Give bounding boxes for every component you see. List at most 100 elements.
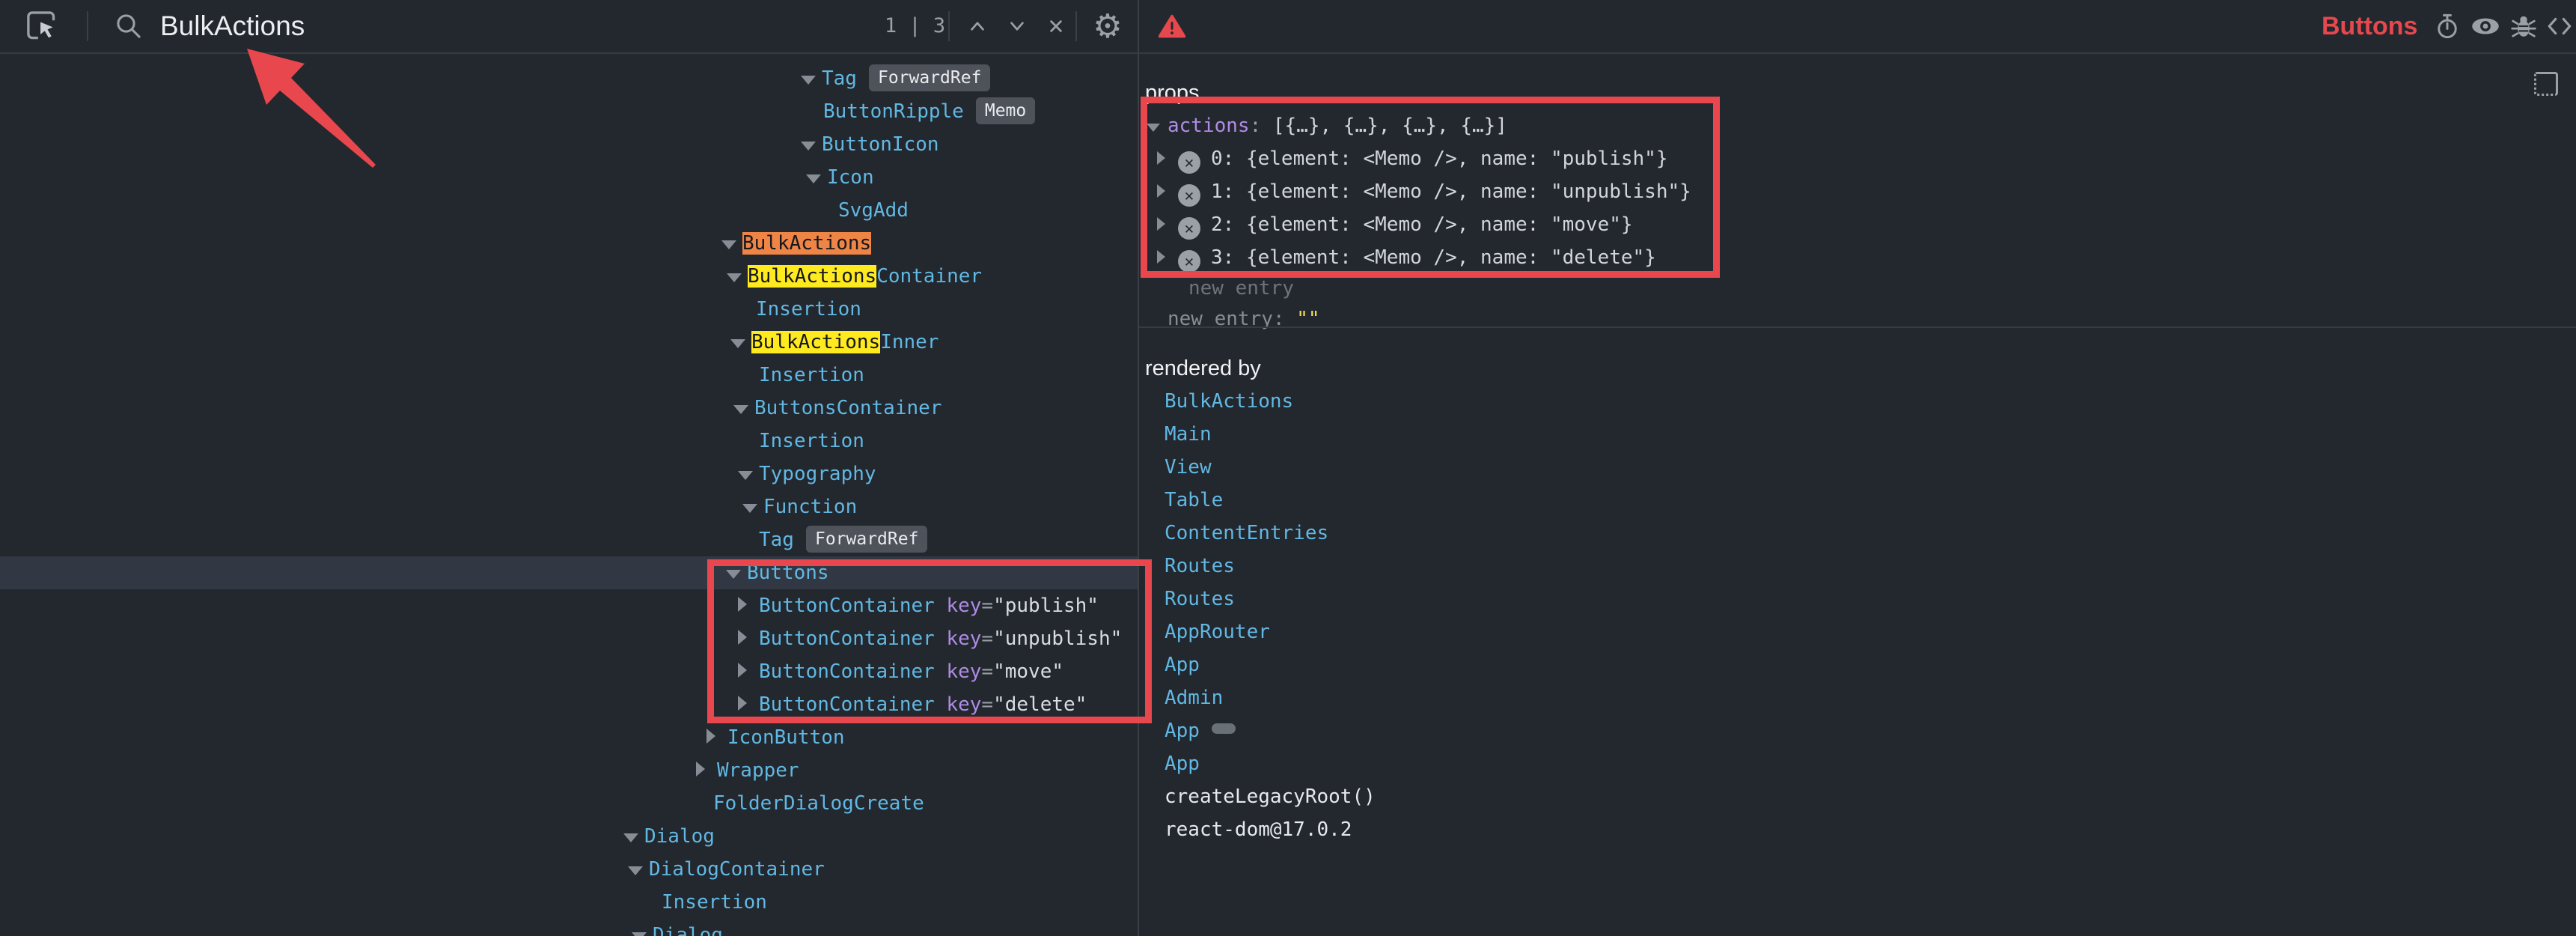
owner-link[interactable]: ContentEntries [1165, 522, 1328, 544]
props-array-item[interactable]: ✕3: {element: <Memo />, name: "delete"} [1139, 241, 2576, 274]
rendered-by-item[interactable]: App [1139, 747, 2576, 780]
expander-closed-icon[interactable] [706, 721, 727, 754]
expander-closed-icon[interactable] [1157, 208, 1178, 241]
owner-link[interactable]: Table [1165, 489, 1223, 511]
tree-row[interactable]: BulkActions [0, 227, 1138, 260]
expander-open-icon[interactable] [733, 392, 754, 425]
tree-row[interactable]: TagForwardRef [0, 523, 1138, 556]
tree-row[interactable]: TagForwardRef [0, 62, 1138, 95]
rendered-by-item[interactable]: AppRouter [1139, 616, 2576, 648]
expander-open-icon[interactable] [742, 490, 763, 523]
owner-link[interactable]: AppRouter [1165, 621, 1270, 643]
owner-link[interactable]: Routes [1165, 555, 1235, 577]
tree-row[interactable]: ButtonContainer key="move" [0, 655, 1138, 688]
tree-row[interactable]: Typography [0, 458, 1138, 490]
tree-row[interactable]: Dialog [0, 919, 1138, 936]
tree-row[interactable]: Insertion [0, 425, 1138, 458]
expander-open-icon[interactable] [801, 128, 822, 161]
props-row-actions[interactable]: actions: [{…}, {…}, {…}, {…}] [1139, 109, 2576, 142]
panel-divider[interactable] [1138, 0, 1139, 936]
expander-open-icon[interactable] [730, 326, 751, 359]
expander-closed-icon[interactable] [738, 655, 759, 688]
rendered-by-item[interactable]: BulkActions [1139, 385, 2576, 418]
clear-search-button[interactable] [1039, 0, 1073, 52]
owner-link[interactable]: Admin [1165, 687, 1223, 709]
owner-link[interactable]: View [1165, 456, 1212, 478]
tree-row[interactable]: ButtonIcon [0, 128, 1138, 161]
expander-closed-icon[interactable] [1157, 241, 1178, 274]
tree-row[interactable]: Insertion [0, 359, 1138, 392]
tree-row[interactable]: Wrapper [0, 754, 1138, 787]
owner-link[interactable]: Routes [1165, 588, 1235, 610]
text-segment: "delete" [993, 693, 1087, 716]
expander-open-icon[interactable] [632, 919, 653, 936]
expander-open-icon[interactable] [806, 161, 827, 194]
text-segment: Icon [827, 166, 874, 189]
expander-closed-icon[interactable] [738, 589, 759, 622]
rendered-by-item[interactable]: Table [1139, 484, 2576, 517]
expander-open-icon[interactable] [623, 820, 644, 853]
tree-row[interactable]: ButtonsContainer [0, 392, 1138, 425]
rendered-by-item[interactable]: Main [1139, 418, 2576, 451]
rendered-by-item[interactable]: Routes [1139, 550, 2576, 583]
expander-open-icon[interactable] [801, 62, 822, 95]
expander-open-icon[interactable] [726, 556, 747, 589]
tree-row[interactable]: ButtonContainer key="unpublish" [0, 622, 1138, 655]
rendered-by-item[interactable]: Routes [1139, 583, 2576, 616]
delete-entry-icon[interactable]: ✕ [1178, 250, 1200, 273]
copy-props-icon[interactable] [2534, 72, 2558, 96]
search-input[interactable]: BulkActions [160, 0, 305, 52]
expander-closed-icon[interactable] [738, 688, 759, 721]
delete-entry-icon[interactable]: ✕ [1178, 184, 1200, 207]
tree-row[interactable]: ButtonRippleMemo [0, 95, 1138, 128]
tree-row[interactable]: BulkActionsContainer [0, 260, 1138, 293]
text-segment: Tag [759, 529, 794, 551]
rendered-by-item[interactable]: ContentEntries [1139, 517, 2576, 550]
expander-open-icon[interactable] [727, 260, 748, 293]
previous-match-button[interactable] [960, 0, 995, 52]
expander-closed-icon[interactable] [738, 622, 759, 655]
tree-row[interactable]: Insertion [0, 886, 1138, 919]
settings-button[interactable]: ⚙ [1087, 0, 1129, 52]
tree-row[interactable]: SvgAdd [0, 194, 1138, 227]
new-entry-input[interactable]: new entry: "" [1139, 303, 2576, 335]
tree-row[interactable]: Insertion [0, 293, 1138, 326]
tree-row[interactable]: FolderDialogCreate [0, 787, 1138, 820]
props-array-item[interactable]: ✕1: {element: <Memo />, name: "unpublish… [1139, 175, 2576, 208]
tree-row[interactable]: ButtonContainer key="delete" [0, 688, 1138, 721]
tree-row[interactable]: ButtonContainer key="publish" [0, 589, 1138, 622]
expander-open-icon[interactable] [1147, 109, 1168, 142]
delete-entry-icon[interactable]: ✕ [1178, 151, 1200, 174]
props-array-item[interactable]: ✕2: {element: <Memo />, name: "move"} [1139, 208, 2576, 241]
expander-closed-icon[interactable] [696, 754, 717, 787]
tree-row[interactable]: Buttons [0, 556, 1138, 589]
view-source-button[interactable] [2540, 0, 2576, 52]
expander-open-icon[interactable] [721, 227, 742, 260]
tree-row[interactable]: BulkActionsInner [0, 326, 1138, 359]
tree-row[interactable]: Dialog [0, 820, 1138, 853]
owner-link[interactable]: BulkActions [1165, 390, 1293, 413]
expander-open-icon[interactable] [738, 458, 759, 490]
rendered-by-item[interactable]: App [1139, 714, 2576, 747]
debug-log-button[interactable] [2504, 0, 2543, 52]
rendered-by-item[interactable]: View [1139, 451, 2576, 484]
next-match-button[interactable] [1000, 0, 1034, 52]
expander-closed-icon[interactable] [1157, 175, 1178, 208]
tree-row[interactable]: IconButton [0, 721, 1138, 754]
inspect-element-button[interactable] [22, 0, 61, 52]
stopwatch-button[interactable] [2428, 0, 2467, 52]
props-array-item[interactable]: ✕0: {element: <Memo />, name: "publish"} [1139, 142, 2576, 175]
owner-link[interactable]: App [1165, 720, 1200, 742]
delete-entry-icon[interactable]: ✕ [1178, 217, 1200, 240]
suspense-toggle-button[interactable] [2465, 0, 2506, 52]
expander-closed-icon[interactable] [1157, 142, 1178, 175]
tree-row[interactable]: Function [0, 490, 1138, 523]
owner-link[interactable]: Main [1165, 423, 1212, 446]
owner-link[interactable]: App [1165, 654, 1200, 676]
tree-row[interactable]: DialogContainer [0, 853, 1138, 886]
owner-link[interactable]: App [1165, 753, 1200, 775]
tree-row[interactable]: Icon [0, 161, 1138, 194]
expander-open-icon[interactable] [628, 853, 649, 886]
rendered-by-item[interactable]: Admin [1139, 681, 2576, 714]
rendered-by-item[interactable]: App [1139, 648, 2576, 681]
